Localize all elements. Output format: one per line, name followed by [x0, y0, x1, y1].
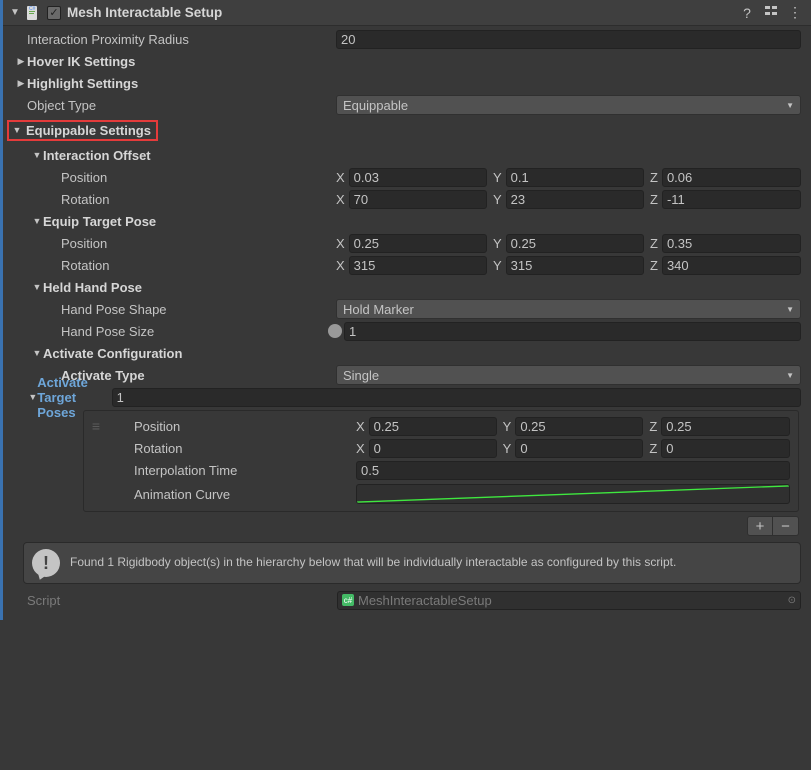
interpolation-time-input[interactable]	[356, 461, 790, 480]
equip-target-position-row: Position X Y Z	[3, 232, 811, 254]
pose-position-row: ≡ Position X Y Z	[86, 415, 792, 437]
pos-x-input[interactable]	[349, 168, 487, 187]
animation-curve-label: Animation Curve	[134, 487, 230, 502]
pose-rotation-row: Rotation X Y Z	[86, 437, 792, 459]
activate-target-poses-label: Activate Target Poses	[37, 375, 111, 420]
target-pose-array-element: ≡ Position X Y Z Rotation X Y Z In	[83, 410, 799, 512]
activate-type-row: Activate Type Single	[3, 364, 811, 386]
script-value: MeshInteractableSetup	[358, 593, 492, 608]
rot-y-input[interactable]	[506, 256, 644, 275]
position-label: Position	[134, 419, 180, 434]
pos-x-input[interactable]	[349, 234, 487, 253]
equip-target-rotation-row: Rotation X Y Z	[3, 254, 811, 276]
activate-target-poses-foldout[interactable]: Activate Target Poses	[3, 386, 811, 408]
info-message: Found 1 Rigidbody object(s) in the hiera…	[70, 555, 676, 571]
object-type-label: Object Type	[27, 98, 96, 113]
rot-z-input[interactable]	[662, 256, 801, 275]
object-type-row: Object Type Equippable	[3, 94, 811, 116]
held-hand-pose-label: Held Hand Pose	[43, 280, 142, 295]
array-size-input[interactable]	[112, 388, 801, 407]
info-box: ! Found 1 Rigidbody object(s) in the hie…	[23, 542, 801, 584]
hand-pose-size-label: Hand Pose Size	[61, 324, 154, 339]
rot-y-input[interactable]	[506, 190, 644, 209]
pos-z-input[interactable]	[662, 234, 801, 253]
object-type-dropdown[interactable]: Equippable	[336, 95, 801, 115]
equip-target-pose-foldout[interactable]: Equip Target Pose	[3, 210, 811, 232]
object-picker-icon[interactable]: ⊙	[788, 595, 796, 606]
foldout-arrow-icon[interactable]	[15, 78, 27, 89]
drag-handle-icon[interactable]: ≡	[86, 418, 104, 434]
foldout-arrow-icon[interactable]	[11, 125, 23, 135]
rot-z-input[interactable]	[661, 439, 790, 458]
animation-curve-field[interactable]	[356, 484, 790, 504]
interpolation-time-row: Interpolation Time	[86, 459, 792, 481]
rotation-label: Rotation	[134, 441, 182, 456]
hand-pose-shape-dropdown[interactable]: Hold Marker	[336, 299, 801, 319]
info-icon: !	[32, 549, 60, 577]
preset-icon[interactable]	[762, 4, 780, 21]
foldout-arrow-icon[interactable]	[31, 216, 43, 226]
held-hand-pose-foldout[interactable]: Held Hand Pose	[3, 276, 811, 298]
hand-pose-shape-row: Hand Pose Shape Hold Marker	[3, 298, 811, 320]
pos-y-input[interactable]	[506, 234, 644, 253]
equippable-settings-foldout[interactable]: Equippable Settings	[3, 116, 811, 144]
equip-target-pose-label: Equip Target Pose	[43, 214, 156, 229]
rotation-label: Rotation	[61, 192, 109, 207]
script-object-field[interactable]: c# MeshInteractableSetup ⊙	[337, 591, 801, 610]
foldout-arrow-icon[interactable]	[31, 348, 43, 358]
rot-x-input[interactable]	[349, 190, 487, 209]
proximity-radius-label: Interaction Proximity Radius	[27, 32, 189, 47]
equippable-settings-label: Equippable Settings	[23, 123, 154, 138]
script-label: Script	[27, 593, 337, 608]
array-remove-button[interactable]: −	[773, 516, 799, 536]
component-header[interactable]: C# ✓ Mesh Interactable Setup ? ⋮	[3, 0, 811, 26]
component-enabled-checkbox[interactable]: ✓	[47, 6, 61, 20]
component-title: Mesh Interactable Setup	[67, 5, 735, 20]
component-foldout-toggle[interactable]	[9, 7, 21, 18]
pos-x-input[interactable]	[369, 417, 497, 436]
hand-pose-size-row: Hand Pose Size	[3, 320, 811, 342]
activate-config-label: Activate Configuration	[43, 346, 182, 361]
rot-z-input[interactable]	[662, 190, 801, 209]
interaction-offset-foldout[interactable]: Interaction Offset	[3, 144, 811, 166]
animation-curve-row: Animation Curve	[86, 481, 792, 507]
position-label: Position	[61, 170, 107, 185]
proximity-radius-row: Interaction Proximity Radius	[3, 28, 811, 50]
interaction-offset-position-row: Position X Y Z	[3, 166, 811, 188]
rot-y-input[interactable]	[515, 439, 643, 458]
highlight-label: Highlight Settings	[27, 76, 138, 91]
rot-x-input[interactable]	[369, 439, 497, 458]
rotation-label: Rotation	[61, 258, 109, 273]
activate-config-foldout[interactable]: Activate Configuration	[3, 342, 811, 364]
hover-ik-foldout[interactable]: Hover IK Settings	[3, 50, 811, 72]
foldout-arrow-icon[interactable]	[31, 282, 43, 292]
highlight-foldout[interactable]: Highlight Settings	[3, 72, 811, 94]
position-label: Position	[61, 236, 107, 251]
rot-x-input[interactable]	[349, 256, 487, 275]
foldout-arrow-icon[interactable]	[31, 150, 43, 160]
inspector-component-panel: C# ✓ Mesh Interactable Setup ? ⋮ Interac…	[0, 0, 811, 620]
interaction-offset-label: Interaction Offset	[43, 148, 151, 163]
hover-ik-label: Hover IK Settings	[27, 54, 135, 69]
script-row: Script c# MeshInteractableSetup ⊙	[3, 588, 811, 612]
pos-z-input[interactable]	[661, 417, 790, 436]
help-icon[interactable]: ?	[738, 5, 756, 21]
array-add-button[interactable]: +	[747, 516, 773, 536]
svg-text:C#: C#	[29, 6, 36, 12]
hand-pose-shape-label: Hand Pose Shape	[61, 302, 167, 317]
script-file-icon: C#	[25, 5, 41, 21]
hand-pose-size-input[interactable]	[344, 322, 801, 341]
foldout-arrow-icon[interactable]	[15, 56, 27, 67]
pos-z-input[interactable]	[662, 168, 801, 187]
foldout-arrow-icon[interactable]	[28, 392, 37, 402]
interpolation-time-label: Interpolation Time	[134, 463, 237, 478]
slider-handle[interactable]	[328, 324, 342, 338]
proximity-radius-input[interactable]	[336, 30, 801, 49]
pos-y-input[interactable]	[506, 168, 644, 187]
script-mini-icon: c#	[342, 594, 354, 606]
context-menu-icon[interactable]: ⋮	[786, 4, 804, 21]
pos-y-input[interactable]	[515, 417, 643, 436]
interaction-offset-rotation-row: Rotation X Y Z	[3, 188, 811, 210]
activate-type-dropdown[interactable]: Single	[336, 365, 801, 385]
